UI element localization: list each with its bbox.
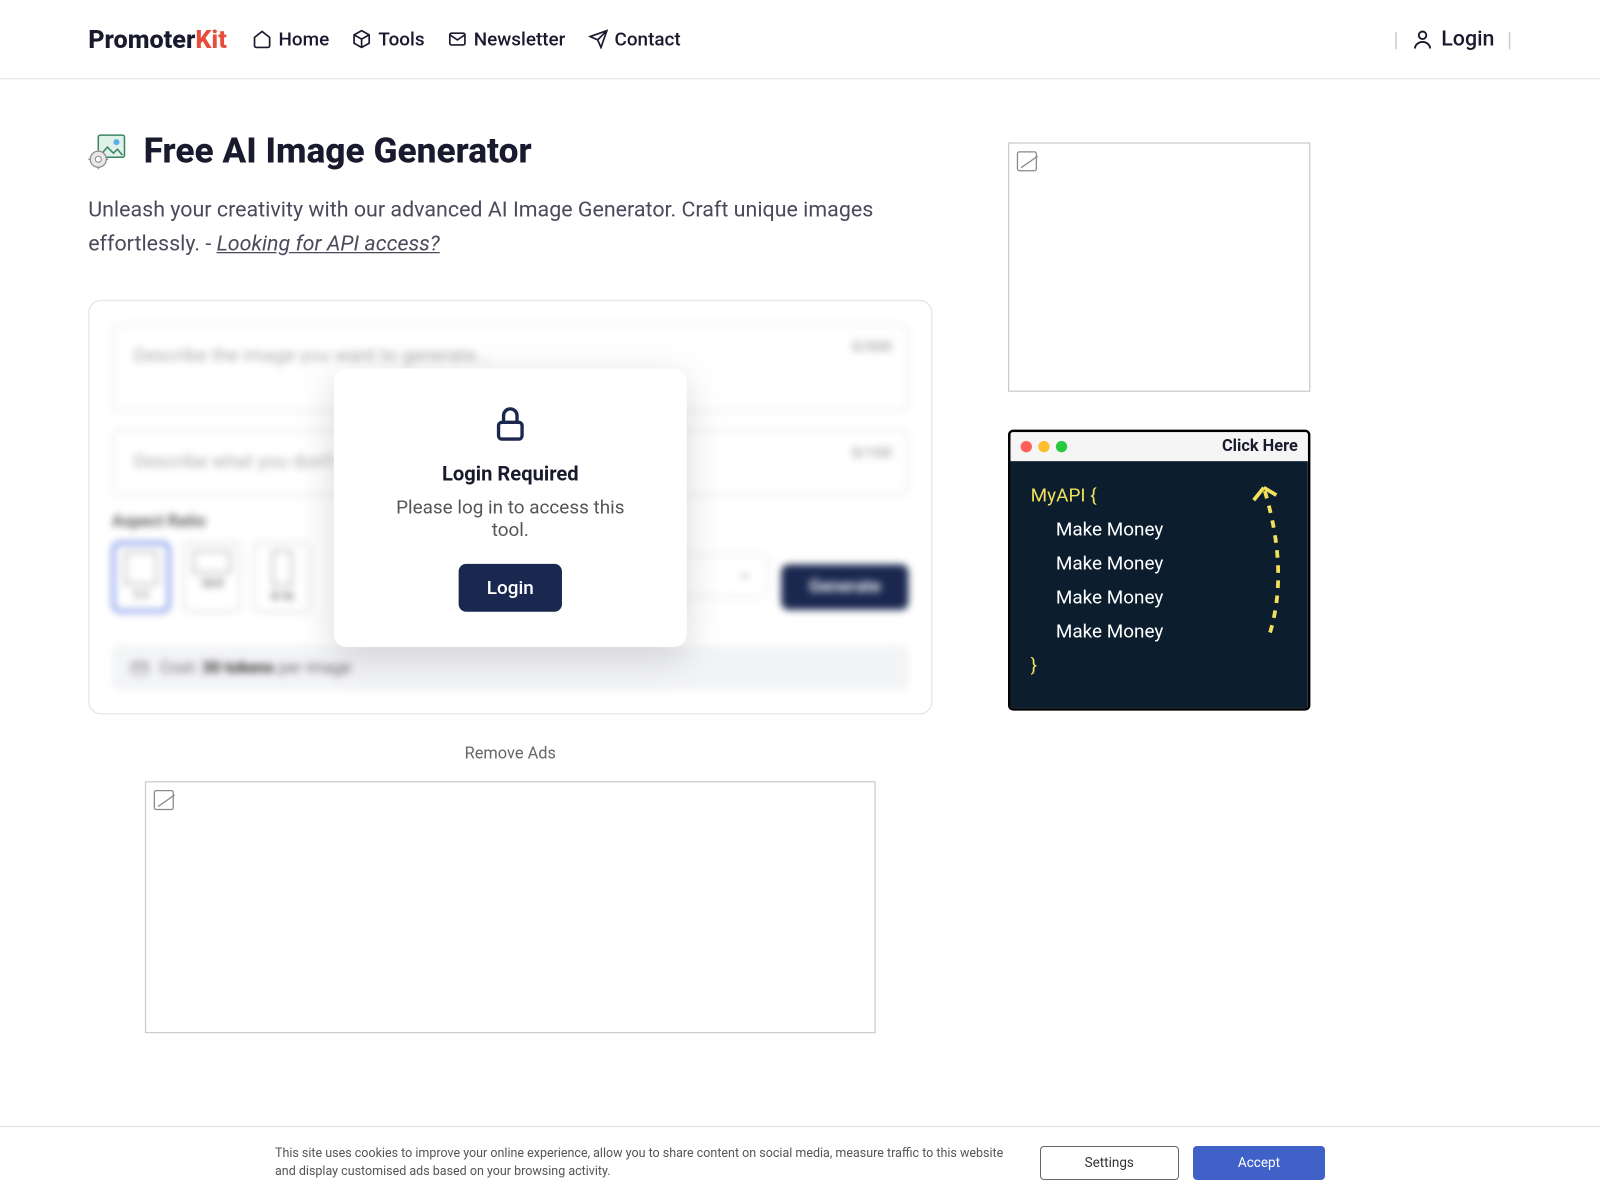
box-icon xyxy=(352,29,372,49)
nav-home[interactable]: Home xyxy=(252,28,329,51)
code-ad-body: MyAPI { Make Money Make Money Make Money… xyxy=(1011,461,1308,708)
remove-ads-link[interactable]: Remove Ads xyxy=(88,745,932,764)
modal-title: Login Required xyxy=(384,462,636,486)
window-dots xyxy=(1021,441,1068,452)
lock-icon xyxy=(490,404,530,444)
nav-tools[interactable]: Tools xyxy=(352,28,425,51)
login-area: | Login | xyxy=(1393,26,1512,51)
sidebar-ad-1[interactable] xyxy=(1008,142,1310,391)
char-count: 0/100 xyxy=(852,444,892,462)
send-icon xyxy=(588,29,608,49)
nav-newsletter[interactable]: Newsletter xyxy=(447,28,565,51)
subtitle: Unleash your creativity with our advance… xyxy=(88,194,932,263)
sidebar: Click Here MyAPI { Make Money Make Money… xyxy=(1008,130,1310,1034)
inline-ad[interactable] xyxy=(145,782,876,1034)
main-nav: Home Tools Newsletter Contact xyxy=(252,28,681,51)
page-title: Free AI Image Generator xyxy=(144,130,532,172)
ratio-9-16[interactable]: 9:16 xyxy=(253,542,311,613)
char-count: 0/500 xyxy=(852,338,892,356)
modal-login-button[interactable]: Login xyxy=(459,564,561,612)
generate-button[interactable]: Generate xyxy=(781,565,908,610)
cookie-settings-button[interactable]: Settings xyxy=(1040,1146,1179,1180)
login-modal: Login Required Please log in to access t… xyxy=(334,368,687,646)
nav-contact[interactable]: Contact xyxy=(588,28,681,51)
ratio-16-9[interactable]: 16:9 xyxy=(183,542,241,613)
user-icon xyxy=(1411,28,1434,51)
cookie-text: This site uses cookies to improve your o… xyxy=(275,1145,1026,1183)
sidebar-ad-2[interactable]: Click Here MyAPI { Make Money Make Money… xyxy=(1008,430,1310,711)
chevron-down-icon xyxy=(737,569,752,584)
cookie-accept-button[interactable]: Accept xyxy=(1193,1146,1325,1180)
aspect-ratio-label: Aspect Ratio xyxy=(112,513,311,532)
cookie-banner: This site uses cookies to improve your o… xyxy=(0,1126,1600,1200)
home-icon xyxy=(252,29,272,49)
image-gen-icon xyxy=(88,130,128,170)
login-link[interactable]: Login xyxy=(1411,26,1494,51)
header: PromoterKit Home Tools Newsletter Contac… xyxy=(0,0,1600,79)
click-here-label: Click Here xyxy=(1222,437,1298,456)
arrow-icon xyxy=(1245,469,1295,645)
mail-icon xyxy=(447,29,467,49)
card-icon xyxy=(130,658,150,678)
logo[interactable]: PromoterKit xyxy=(88,24,227,54)
cost-info: Cost: 30 tokens per image xyxy=(112,646,908,691)
tool-card: Describe the image you want to generate.… xyxy=(88,300,932,715)
api-access-link[interactable]: Looking for API access? xyxy=(217,232,440,257)
modal-text: Please log in to access this tool. xyxy=(384,496,636,541)
ratio-1-1[interactable]: 1:1 xyxy=(112,542,170,613)
